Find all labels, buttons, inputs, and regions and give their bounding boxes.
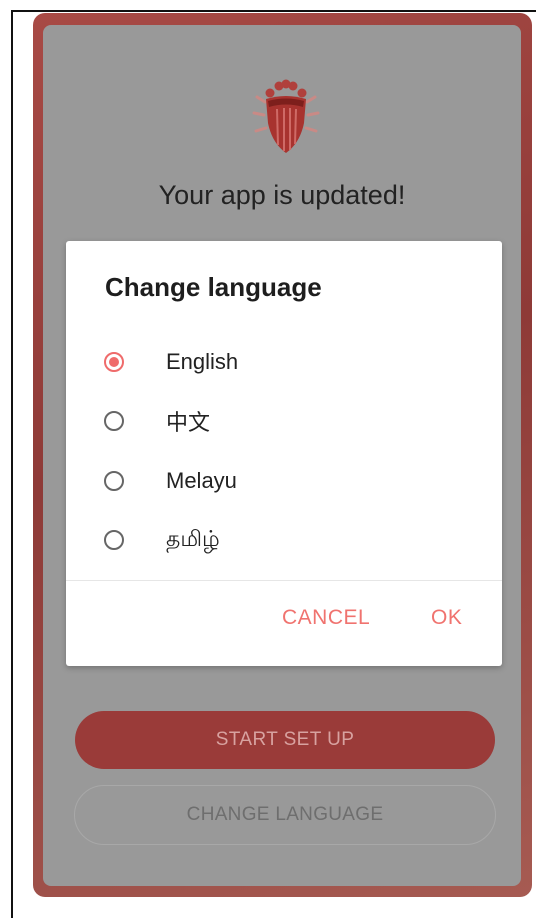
shield-crown-icon — [252, 79, 320, 153]
update-headline: Your app is updated! — [158, 180, 406, 210]
language-option-label: 中文 — [166, 410, 211, 435]
language-option-label: English — [166, 349, 239, 374]
ok-button[interactable]: OK — [431, 606, 462, 630]
radio-unchecked-icon[interactable] — [104, 471, 124, 491]
change-language-dialog: Change language English 中文 Melayu தமிழ் … — [66, 241, 502, 666]
radio-unchecked-icon[interactable] — [104, 411, 124, 431]
language-option-label: தமிழ் — [166, 525, 220, 551]
dialog-title: Change language — [105, 272, 322, 302]
language-option-tamil[interactable]: தமிழ் — [104, 520, 484, 560]
language-option-malay[interactable]: Melayu — [104, 461, 484, 501]
radio-checked-icon[interactable] — [104, 352, 124, 372]
language-option-english[interactable]: English — [104, 342, 484, 382]
language-option-label: Melayu — [166, 468, 237, 493]
language-option-chinese[interactable]: 中文 — [104, 401, 484, 441]
dialog-divider — [66, 580, 502, 581]
change-language-button[interactable]: CHANGE LANGUAGE — [74, 785, 496, 845]
radio-unchecked-icon[interactable] — [104, 530, 124, 550]
start-setup-button[interactable]: START SET UP — [75, 711, 495, 769]
cancel-button[interactable]: CANCEL — [282, 606, 370, 630]
